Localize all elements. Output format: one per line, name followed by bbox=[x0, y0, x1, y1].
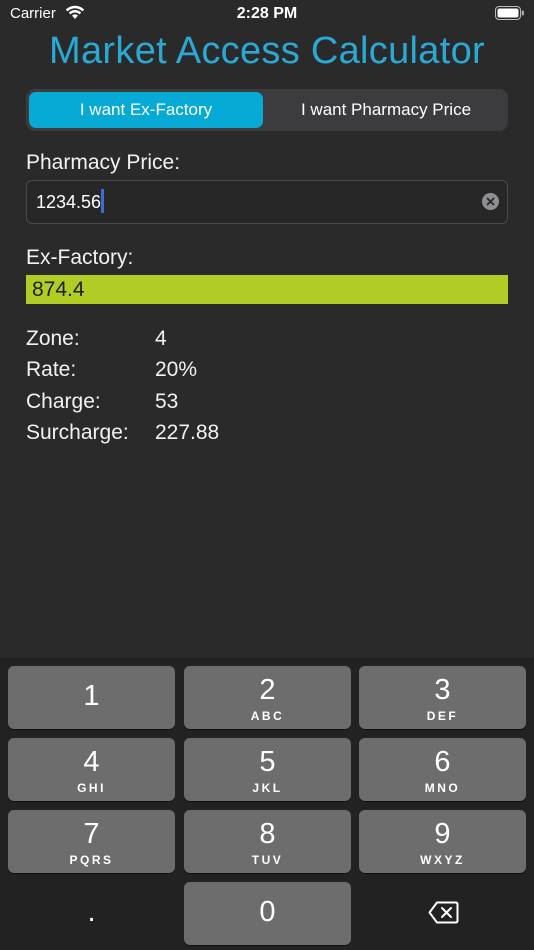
ex-factory-result: 874.4 bbox=[26, 275, 508, 304]
app-title: Market Access Calculator bbox=[49, 30, 485, 72]
charge-label: Charge: bbox=[26, 390, 101, 413]
key-9[interactable]: 9 WXYZ bbox=[359, 810, 526, 873]
key-7[interactable]: 7 PQRS bbox=[8, 810, 175, 873]
mode-segmented-control: I want Ex-Factory I want Pharmacy Price bbox=[26, 89, 508, 131]
key-letters: GHI bbox=[77, 781, 106, 795]
battery-icon bbox=[495, 6, 524, 20]
charge-value: 53 bbox=[155, 390, 179, 413]
key-digit: 6 bbox=[434, 746, 451, 778]
clear-icon[interactable] bbox=[482, 193, 499, 210]
key-letters: WXYZ bbox=[420, 853, 465, 867]
key-letters: PQRS bbox=[69, 853, 114, 867]
surcharge-label: Surcharge: bbox=[26, 421, 129, 444]
key-digit: 5 bbox=[259, 746, 276, 778]
pharmacy-price-value: 1234.56 bbox=[36, 192, 102, 212]
segment-ex-factory[interactable]: I want Ex-Factory bbox=[29, 92, 263, 128]
key-0[interactable]: 0 bbox=[184, 882, 351, 945]
key-letters: MNO bbox=[424, 781, 461, 795]
ex-factory-label: Ex-Factory: bbox=[26, 246, 134, 269]
key-digit: 7 bbox=[83, 818, 100, 850]
key-letters: ABC bbox=[250, 709, 285, 723]
key-6[interactable]: 6 MNO bbox=[359, 738, 526, 801]
key-digit: 0 bbox=[259, 896, 276, 928]
key-1[interactable]: 1 bbox=[8, 666, 175, 729]
key-3[interactable]: 3 DEF bbox=[359, 666, 526, 729]
ex-factory-value: 874.4 bbox=[32, 278, 85, 301]
key-letters: JKL bbox=[252, 781, 283, 795]
clock: 2:28 PM bbox=[236, 5, 298, 22]
delete-left-icon bbox=[428, 901, 459, 924]
key-digit: 9 bbox=[434, 818, 451, 850]
key-delete[interactable] bbox=[359, 882, 526, 945]
rate-label: Rate: bbox=[26, 358, 77, 381]
key-2[interactable]: 2 ABC bbox=[184, 666, 351, 729]
pharmacy-price-input[interactable]: 1234.56 bbox=[26, 180, 508, 224]
key-letters: TUV bbox=[251, 853, 284, 867]
pharmacy-price-label: Pharmacy Price: bbox=[26, 151, 181, 174]
numeric-keypad: 1 2 ABC 3 DEF 4 GHI 5 JKL 6 MNO 7 PQRS 8… bbox=[0, 658, 534, 950]
key-digit: 8 bbox=[259, 818, 276, 850]
zone-label: Zone: bbox=[26, 327, 80, 350]
segment-pharmacy-price[interactable]: I want Pharmacy Price bbox=[267, 92, 505, 128]
key-digit: 2 bbox=[259, 674, 276, 706]
text-cursor bbox=[101, 189, 104, 213]
key-8[interactable]: 8 TUV bbox=[184, 810, 351, 873]
key-letters: DEF bbox=[426, 709, 459, 723]
status-bar: Carrier 2:28 PM bbox=[0, 0, 534, 28]
key-digit: 1 bbox=[83, 680, 100, 712]
key-5[interactable]: 5 JKL bbox=[184, 738, 351, 801]
key-digit: . bbox=[87, 896, 96, 928]
key-4[interactable]: 4 GHI bbox=[8, 738, 175, 801]
key-decimal[interactable]: . bbox=[8, 882, 175, 945]
surcharge-value: 227.88 bbox=[155, 421, 220, 444]
zone-value: 4 bbox=[155, 327, 167, 350]
key-digit: 4 bbox=[83, 746, 100, 778]
rate-value: 20% bbox=[155, 358, 198, 381]
key-digit: 3 bbox=[434, 674, 451, 706]
